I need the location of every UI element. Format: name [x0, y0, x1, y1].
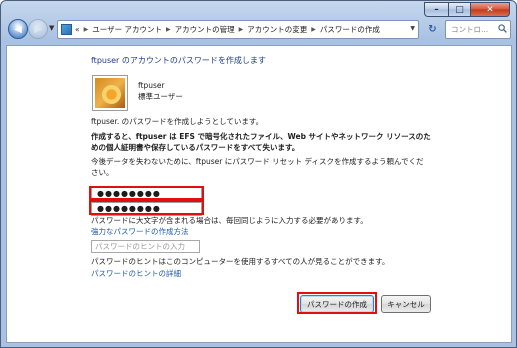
- control-panel-icon: [61, 24, 72, 35]
- content-pane: ftpuser のアカウントのパスワードを作成します ftpuser 標準ユーザ…: [6, 45, 512, 343]
- refresh-icon: ↻: [428, 24, 437, 35]
- breadcrumb-separator-icon[interactable]: ▶: [84, 26, 89, 33]
- hint-visibility-note: パスワードのヒントはこのコンピューターを使用するすべての人が見ることができます。: [91, 257, 390, 266]
- search-input[interactable]: コントロ...: [445, 20, 511, 39]
- minimize-button[interactable]: –: [424, 2, 448, 17]
- page-title: ftpuser のアカウントのパスワードを作成します: [91, 56, 266, 65]
- confirm-password-input[interactable]: ●●●●●●●●: [91, 202, 202, 216]
- forward-arrow-icon: ▶: [34, 23, 42, 35]
- breadcrumb-separator-icon[interactable]: ▶: [311, 26, 316, 33]
- warning-text: 作成すると、ftpuser は EFS で暗号化されたファイル、Web サイトや…: [91, 132, 431, 152]
- breadcrumb-user-accounts[interactable]: ユーザー アカウント: [92, 24, 162, 35]
- new-password-input[interactable]: ●●●●●●●●: [91, 187, 202, 201]
- case-sensitivity-note: パスワードに大文字が含まれる場合は、毎回同じように入力する必要があります。: [91, 216, 368, 225]
- strong-password-link[interactable]: 強力なパスワードの作成方法: [91, 226, 189, 237]
- back-arrow-icon: ◀: [14, 23, 22, 35]
- breadcrumb-separator-icon[interactable]: ▶: [166, 26, 171, 33]
- password-hint-input[interactable]: パスワードのヒントの入力: [91, 240, 200, 253]
- breadcrumb-overflow[interactable]: «: [75, 25, 80, 34]
- create-password-button[interactable]: パスワードの作成: [300, 295, 374, 313]
- address-dropdown-icon[interactable]: ▼: [410, 25, 415, 32]
- forward-button[interactable]: ▶: [28, 19, 48, 39]
- user-avatar: [92, 75, 128, 111]
- search-placeholder: コントロ...: [451, 25, 489, 34]
- user-role: 標準ユーザー: [138, 92, 183, 101]
- hint-details-link[interactable]: パスワードのヒントの詳細: [91, 268, 181, 279]
- recent-pages-dropdown[interactable]: ▼: [49, 24, 54, 32]
- cancel-button[interactable]: キャンセル: [381, 295, 431, 313]
- flower-picture-icon: [95, 78, 125, 108]
- intro-text: ftpuser. のパスワードを作成しようとしています。: [91, 117, 264, 126]
- control-panel-window: – □ ✕ ◀ ▶ ▼ « ▶ ユーザー アカウント ▶ アカウントの管理 ▶ …: [0, 0, 517, 348]
- back-button[interactable]: ◀: [8, 19, 28, 39]
- refresh-button[interactable]: ↻: [423, 20, 442, 39]
- close-button[interactable]: ✕: [470, 2, 510, 17]
- breadcrumb-manage-accounts[interactable]: アカウントの管理: [175, 24, 235, 35]
- maximize-button[interactable]: □: [448, 2, 470, 17]
- breadcrumb-separator-icon[interactable]: ▶: [239, 26, 244, 33]
- caption-buttons: – □ ✕: [424, 2, 510, 17]
- user-name: ftpuser: [138, 81, 165, 90]
- search-icon[interactable]: [498, 24, 507, 33]
- breadcrumb-change-account[interactable]: アカウントの変更: [247, 24, 307, 35]
- breadcrumb-create-password[interactable]: パスワードの作成: [320, 24, 380, 35]
- navigation-bar: ◀ ▶ ▼ « ▶ ユーザー アカウント ▶ アカウントの管理 ▶ アカウントの…: [6, 19, 511, 41]
- address-bar[interactable]: « ▶ ユーザー アカウント ▶ アカウントの管理 ▶ アカウントの変更 ▶ パ…: [57, 20, 419, 39]
- reset-disk-advice: 今後データを失わないために、ftpuser にパスワード リセット ディスクを作…: [91, 157, 424, 177]
